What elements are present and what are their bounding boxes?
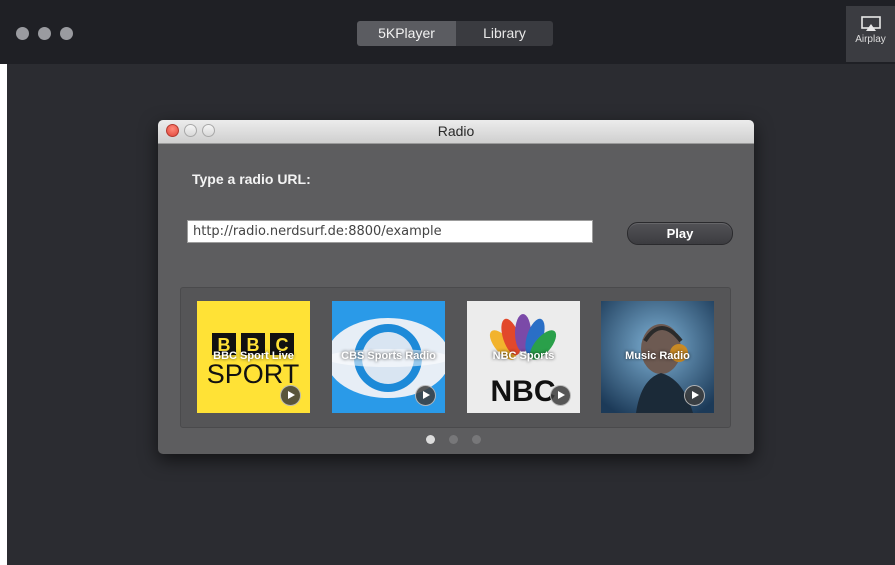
play-circle-icon[interactable]: [684, 385, 705, 406]
station-tile-nbc-sports[interactable]: NBC NBC Sports: [467, 301, 580, 413]
station-tile-cbs-sports-radio[interactable]: CBS Sports Radio: [332, 301, 445, 413]
close-window-button[interactable]: [16, 27, 29, 40]
dialog-titlebar: Radio: [158, 120, 754, 144]
play-circle-icon[interactable]: [280, 385, 301, 406]
station-label: BBC Sport Live: [213, 350, 294, 362]
airplay-icon: [860, 16, 881, 31]
dialog-title: Radio: [437, 123, 475, 139]
view-switcher: 5KPlayer Library: [357, 21, 553, 46]
maximize-window-button[interactable]: [60, 27, 73, 40]
tab-library[interactable]: Library: [456, 21, 553, 46]
title-bar: 5KPlayer Library Airplay: [0, 0, 895, 64]
page-dot-2[interactable]: [449, 435, 458, 444]
radio-url-input[interactable]: [187, 220, 593, 243]
play-button[interactable]: Play: [627, 222, 733, 245]
station-label: NBC Sports: [492, 350, 555, 362]
station-label: CBS Sports Radio: [341, 350, 436, 362]
station-tile-bbc-sport-live[interactable]: B B C SPORT BBC Sport Live: [197, 301, 310, 413]
airplay-label: Airplay: [855, 34, 886, 45]
window-controls: [16, 27, 73, 40]
minimize-window-button[interactable]: [38, 27, 51, 40]
tab-5kplayer[interactable]: 5KPlayer: [357, 21, 456, 46]
play-circle-icon[interactable]: [550, 385, 571, 406]
airplay-button[interactable]: Airplay: [846, 6, 895, 62]
station-label: Music Radio: [625, 350, 690, 362]
page-dot-1[interactable]: [426, 435, 435, 444]
svg-text:SPORT: SPORT: [207, 359, 300, 389]
app-window: 5KPlayer Library Airplay Radio Type a ra…: [0, 0, 895, 565]
radio-dialog: Radio Type a radio URL: Play B B C SPORT…: [158, 120, 754, 454]
page-indicator: [426, 435, 481, 444]
station-tile-music-radio[interactable]: Music Radio: [601, 301, 714, 413]
station-carousel: B B C SPORT BBC Sport Live CBS Sports Ra…: [180, 287, 731, 428]
play-circle-icon[interactable]: [415, 385, 436, 406]
page-dot-3[interactable]: [472, 435, 481, 444]
svg-text:NBC: NBC: [491, 375, 556, 408]
url-prompt: Type a radio URL:: [192, 171, 311, 187]
